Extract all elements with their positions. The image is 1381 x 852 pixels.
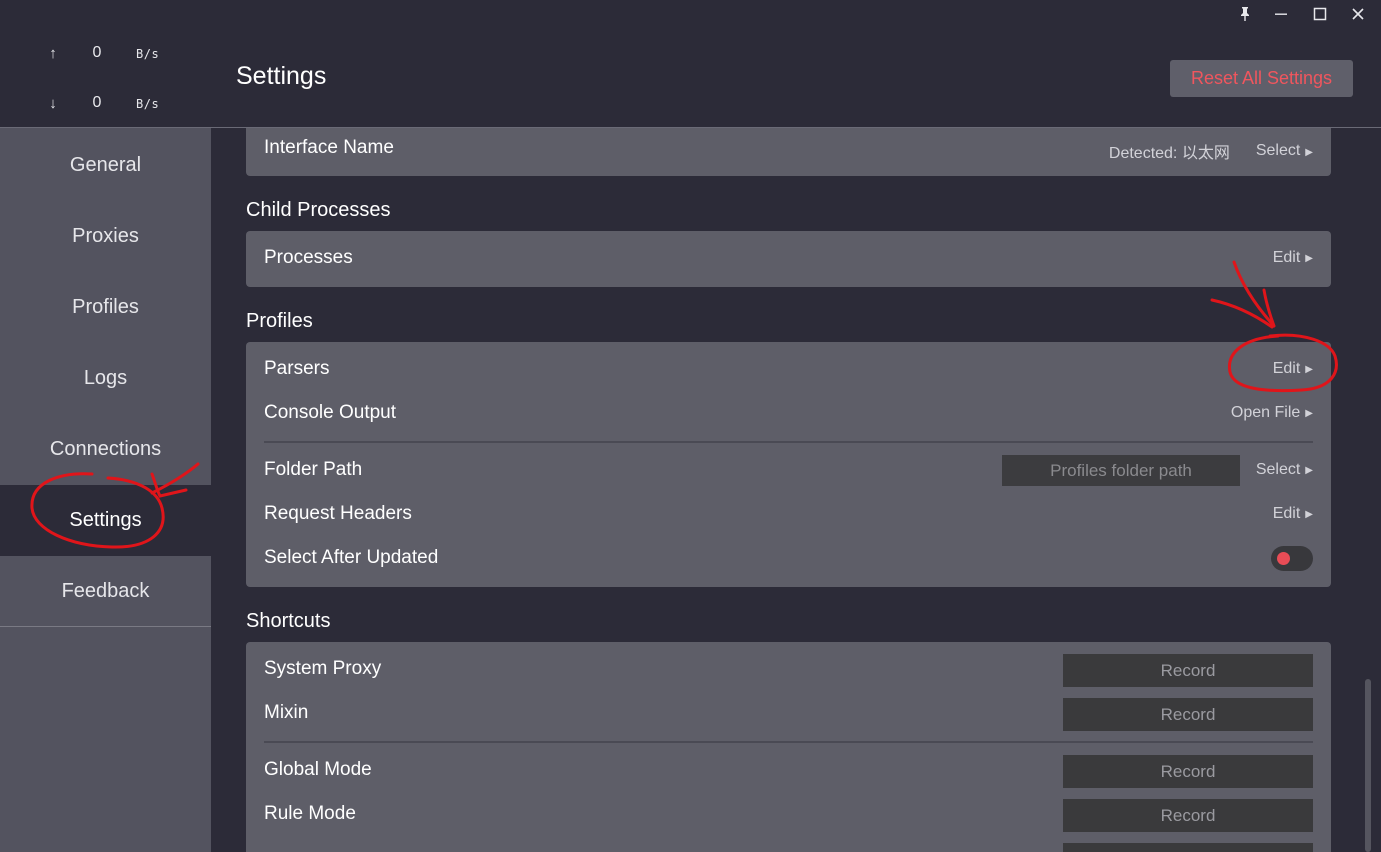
open-file-button[interactable]: Open File ▶ — [1231, 404, 1313, 422]
sidebar-item-settings[interactable]: Settings — [0, 485, 211, 556]
profiles-title: Profiles — [246, 310, 313, 332]
header: Settings Reset All Settings — [211, 29, 1381, 128]
record-shortcut-button[interactable]: Record — [1063, 698, 1313, 731]
toggle-knob — [1277, 552, 1290, 565]
sidebar-divider — [0, 626, 211, 627]
upload-speed: ↑ 0 B/s — [0, 44, 211, 65]
select-after-updated-row: Select After Updated — [264, 543, 1313, 575]
traffic-panel: ↑ 0 B/s ↓ 0 B/s — [0, 29, 211, 128]
request-headers-edit-label: Edit — [1272, 505, 1301, 522]
console-output-label: Console Output — [264, 402, 397, 423]
parsers-edit-label: Edit — [1272, 360, 1301, 377]
shortcut-label: System Proxy — [264, 658, 382, 679]
interface-detected-text: Detected: 以太网 — [1108, 145, 1230, 162]
open-file-label: Open File — [1230, 404, 1301, 421]
page-title: Settings — [236, 62, 327, 90]
scrollbar-thumb[interactable] — [1365, 679, 1371, 852]
caret-right-icon: ▶ — [1305, 147, 1313, 158]
folder-path-row: Folder Path Select ▶ — [264, 455, 1313, 487]
parsers-row: Parsers Edit ▶ — [264, 354, 1313, 386]
parsers-label: Parsers — [264, 358, 330, 379]
main-content: Settings Reset All Settings Interface Na… — [211, 29, 1381, 852]
sidebar: ↑ 0 B/s ↓ 0 B/s General Proxies Profiles… — [0, 29, 211, 852]
record-shortcut-button[interactable] — [1063, 843, 1313, 852]
shortcuts-card: System Proxy Record Mixin Record Global … — [246, 642, 1331, 852]
child-processes-title: Child Processes — [246, 199, 391, 221]
interface-name-label: Interface Name — [264, 137, 394, 158]
folder-path-input[interactable] — [1002, 455, 1240, 486]
minimize-icon[interactable] — [1269, 3, 1293, 25]
request-headers-row: Request Headers Edit ▶ — [264, 499, 1313, 531]
caret-right-icon: ▶ — [1305, 464, 1313, 476]
folder-select-label: Select — [1255, 461, 1301, 478]
download-value: 0 — [92, 94, 102, 111]
shortcut-row-mixin: Mixin Record — [264, 698, 1313, 731]
parsers-edit-button[interactable]: Edit ▶ — [1273, 360, 1313, 378]
processes-edit-button[interactable]: Edit ▶ — [1273, 249, 1313, 267]
pin-icon[interactable] — [1233, 3, 1257, 25]
title-bar — [0, 0, 1381, 29]
interface-name-row: Interface Name Detected: 以太网 Select ▶ — [264, 133, 1313, 165]
close-icon[interactable] — [1346, 3, 1370, 25]
select-after-updated-toggle[interactable] — [1271, 546, 1313, 571]
processes-edit-label: Edit — [1272, 249, 1301, 266]
interface-select-label: Select — [1255, 142, 1301, 159]
sidebar-item-logs[interactable]: Logs — [0, 343, 211, 414]
shortcut-label: Mixin — [264, 702, 309, 723]
sidebar-item-general[interactable]: General — [0, 130, 211, 201]
caret-right-icon: ▶ — [1305, 363, 1313, 375]
maximize-icon[interactable] — [1308, 3, 1332, 25]
sidebar-item-proxies[interactable]: Proxies — [0, 201, 211, 272]
caret-right-icon: ▶ — [1305, 508, 1313, 520]
folder-path-label: Folder Path — [264, 459, 363, 480]
folder-select-button[interactable]: Select ▶ — [1256, 461, 1313, 479]
reset-all-settings-button[interactable]: Reset All Settings — [1170, 60, 1353, 97]
download-unit: B/s — [136, 97, 160, 111]
download-arrow-icon: ↓ — [49, 95, 57, 112]
upload-value: 0 — [92, 44, 102, 61]
record-shortcut-button[interactable]: Record — [1063, 755, 1313, 788]
record-shortcut-button[interactable]: Record — [1063, 654, 1313, 687]
shortcut-row-rule-mode: Rule Mode Record — [264, 799, 1313, 832]
request-headers-edit-button[interactable]: Edit ▶ — [1273, 505, 1313, 523]
shortcuts-title: Shortcuts — [246, 610, 331, 632]
shortcut-label: Global Mode — [264, 759, 372, 780]
upload-unit: B/s — [136, 47, 160, 61]
caret-right-icon: ▶ — [1305, 252, 1313, 264]
sidebar-item-connections[interactable]: Connections — [0, 414, 211, 485]
shortcut-row-partial — [264, 843, 1313, 852]
shortcut-row-global-mode: Global Mode Record — [264, 755, 1313, 788]
record-shortcut-button[interactable]: Record — [1063, 799, 1313, 832]
profiles-divider — [264, 441, 1313, 443]
processes-row: Processes Edit ▶ — [264, 243, 1313, 275]
caret-right-icon: ▶ — [1305, 407, 1313, 419]
shortcuts-divider — [264, 741, 1313, 743]
child-processes-card: Processes Edit ▶ — [246, 231, 1331, 287]
sidebar-item-profiles[interactable]: Profiles — [0, 272, 211, 343]
console-output-row: Console Output Open File ▶ — [264, 398, 1313, 430]
select-after-updated-label: Select After Updated — [264, 547, 439, 568]
shortcut-row-system-proxy: System Proxy Record — [264, 654, 1313, 687]
upload-arrow-icon: ↑ — [49, 45, 57, 62]
interface-name-right: Detected: 以太网 Select ▶ — [1109, 139, 1313, 163]
download-speed: ↓ 0 B/s — [0, 94, 211, 115]
profiles-card: Parsers Edit ▶ Console Output Open File ▶ … — [246, 342, 1331, 587]
interface-select-button[interactable]: Select ▶ — [1256, 142, 1313, 160]
sidebar-item-feedback[interactable]: Feedback — [0, 556, 211, 627]
processes-label: Processes — [264, 247, 353, 268]
shortcut-label: Rule Mode — [264, 803, 356, 824]
request-headers-label: Request Headers — [264, 503, 412, 524]
